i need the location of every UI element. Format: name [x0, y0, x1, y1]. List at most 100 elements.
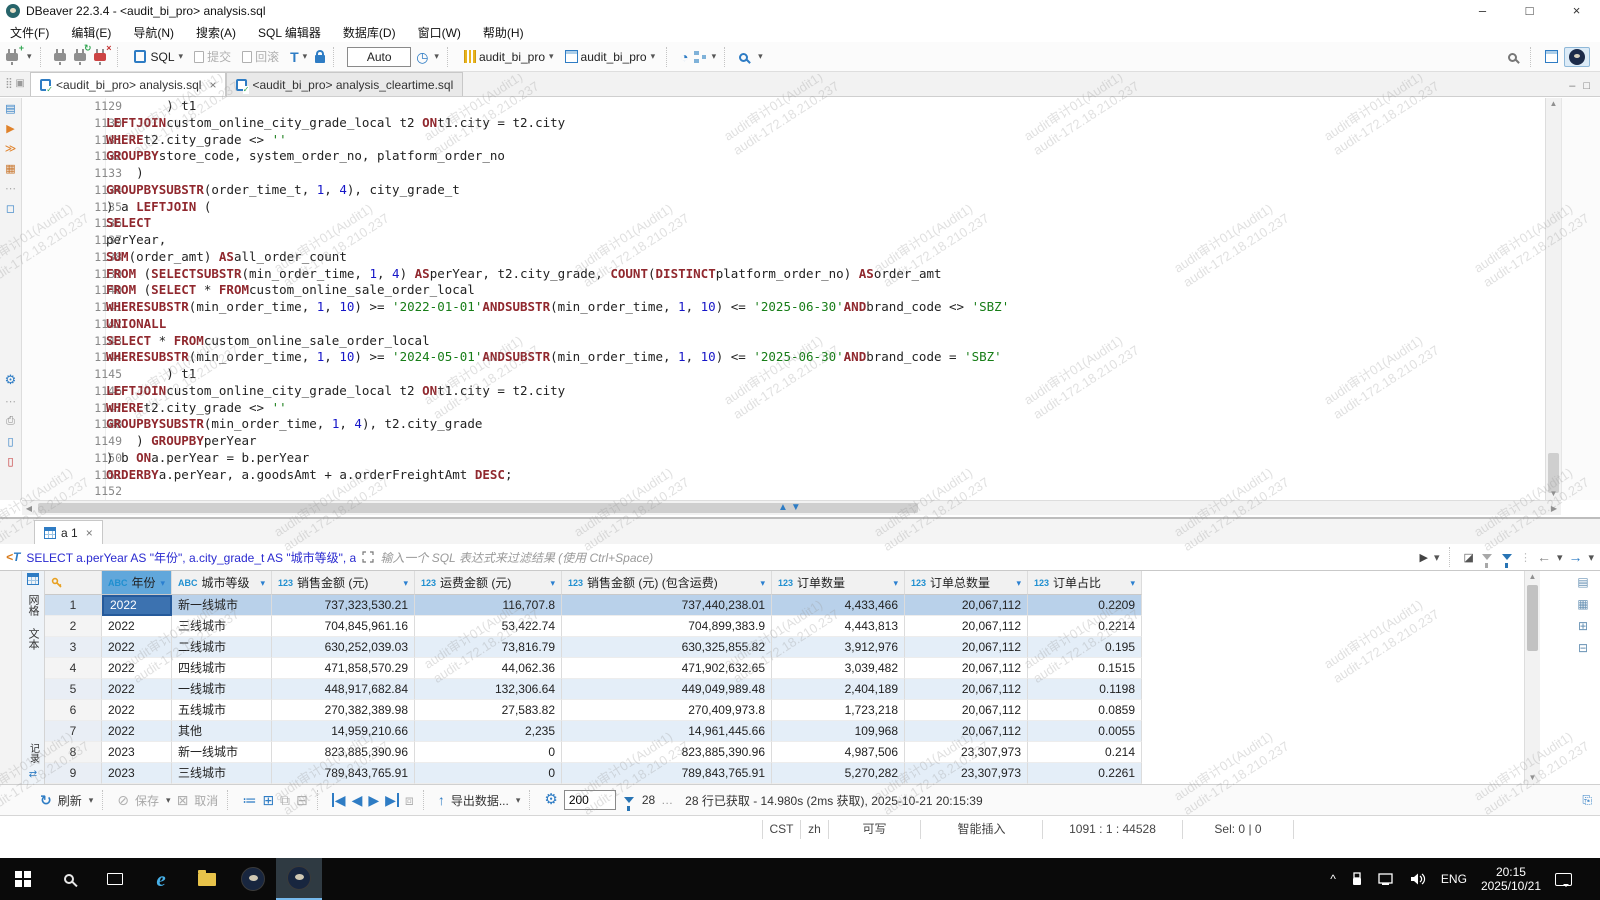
- menu-item-3[interactable]: 搜索(A): [196, 24, 236, 41]
- new-connection-dropdown-icon[interactable]: ▾: [27, 51, 32, 62]
- schema-selector[interactable]: audit_bi_pro ▾: [562, 48, 659, 66]
- scroll-up-icon[interactable]: ▲: [1546, 98, 1561, 110]
- grid-cell-r7-c5[interactable]: 14,961,445.66: [562, 721, 772, 742]
- grid-cell-r4-c6[interactable]: 3,039,482: [772, 658, 905, 679]
- code-line-1152[interactable]: [106, 483, 1545, 500]
- internet-explorer-button[interactable]: e: [138, 858, 184, 900]
- grid-cell-r3-c5[interactable]: 630,325,855.82: [562, 637, 772, 658]
- grid-cell-r7-c2[interactable]: 其他: [172, 721, 272, 742]
- save-dropdown-icon[interactable]: ▾: [166, 795, 171, 806]
- code-line-1136[interactable]: SELECT: [106, 215, 1545, 232]
- grid-cell-r7-c7[interactable]: 20,067,112: [905, 721, 1028, 742]
- grid-cell-r5-c6[interactable]: 2,404,189: [772, 679, 905, 700]
- grid-cell-r6-c4[interactable]: 27,583.82: [415, 700, 562, 721]
- language-indicator[interactable]: ENG: [1441, 872, 1467, 886]
- refresh-icon[interactable]: ↻: [40, 793, 52, 807]
- grid-cell-r1-c7[interactable]: 20,067,112: [905, 595, 1028, 616]
- commit-mode-field[interactable]: Auto: [347, 47, 411, 67]
- column-header-3[interactable]: 123运费金额 (元)▾: [415, 571, 562, 595]
- column-header-1[interactable]: ABC城市等级▾: [172, 571, 272, 595]
- save-file-icon[interactable]: ▯: [7, 435, 13, 448]
- column-dropdown-icon[interactable]: ▾: [160, 573, 165, 593]
- result-query-text[interactable]: SELECT a.perYear AS "年份", a.city_grade_t…: [26, 549, 356, 566]
- grid-cell-r6-c8[interactable]: 0.0859: [1028, 700, 1142, 721]
- grid-cell-r4-c4[interactable]: 44,062.36: [415, 658, 562, 679]
- code-line-1144[interactable]: WHERE SUBSTR(min_order_time, 1, 10) >= '…: [106, 349, 1545, 366]
- grid-cell-r3-c7[interactable]: 20,067,112: [905, 637, 1028, 658]
- previous-row-icon[interactable]: ◀: [352, 793, 363, 807]
- grid-cell-r8-c4[interactable]: 0: [415, 742, 562, 763]
- grid-cell-r7-c3[interactable]: 14,959,210.66: [272, 721, 415, 742]
- menu-item-5[interactable]: 数据库(D): [343, 24, 396, 41]
- code-line-1135[interactable]: ) a LEFT JOIN (: [106, 199, 1545, 216]
- transaction-mode-button[interactable]: T ▾: [287, 48, 310, 66]
- code-line-1133[interactable]: ): [106, 165, 1545, 182]
- grid-cell-r1-c6[interactable]: 4,433,466: [772, 595, 905, 616]
- grid-cell-r5-c5[interactable]: 449,049,989.48: [562, 679, 772, 700]
- execute-statement-icon[interactable]: ▶: [6, 122, 14, 135]
- grid-cell-r8-c1[interactable]: 2023: [102, 742, 172, 763]
- status-segment-0[interactable]: CST: [762, 820, 800, 839]
- transaction-dropdown-icon[interactable]: ▾: [303, 51, 308, 62]
- grid-cell-r2-c7[interactable]: 20,067,112: [905, 616, 1028, 637]
- grid-cell-r3-c2[interactable]: 二线城市: [172, 637, 272, 658]
- code-line-1142[interactable]: UNION ALL: [106, 316, 1545, 333]
- grid-cell-r8-c6[interactable]: 4,987,506: [772, 742, 905, 763]
- table-row-8[interactable]: 82023新一线城市823,885,390.960823,885,390.964…: [45, 742, 1142, 763]
- table-row-4[interactable]: 42022四线城市471,858,570.2944,062.36471,902,…: [45, 658, 1142, 679]
- filter-input[interactable]: 输入一个 SQL 表达式来过滤结果 (使用 Ctrl+Space): [380, 549, 1413, 566]
- column-header-6[interactable]: 123订单总数量▾: [905, 571, 1028, 595]
- delete-row-icon[interactable]: ⊟: [296, 793, 308, 807]
- grid-cell-r1-c2[interactable]: 新一线城市: [172, 595, 272, 616]
- fetch-all-icon[interactable]: ⧈: [405, 793, 414, 807]
- history-forward-icon[interactable]: →: [1568, 549, 1582, 565]
- add-row-icon[interactable]: ⊞: [262, 793, 274, 807]
- forward-dropdown-icon[interactable]: ▾: [1588, 551, 1594, 564]
- edit-row-icon[interactable]: ≔: [242, 793, 256, 807]
- commit-button[interactable]: 提交: [191, 46, 234, 67]
- column-dropdown-icon[interactable]: ▾: [1130, 573, 1135, 593]
- grid-cell-r5-c4[interactable]: 132,306.64: [415, 679, 562, 700]
- table-row-5[interactable]: 52022一线城市448,917,682.84132,306.64449,049…: [45, 679, 1142, 700]
- grid-cell-r3-c6[interactable]: 3,912,976: [772, 637, 905, 658]
- grid-cell-r8-c3[interactable]: 823,885,390.96: [272, 742, 415, 763]
- table-row-6[interactable]: 62022五线城市270,382,389.9827,583.82270,409,…: [45, 700, 1142, 721]
- grid-cell-r8-c2[interactable]: 新一线城市: [172, 742, 272, 763]
- code-line-1130[interactable]: LEFT JOIN custom_online_city_grade_local…: [106, 115, 1545, 132]
- database-selector[interactable]: audit_bi_pro ▾: [461, 48, 557, 66]
- scroll-right-icon[interactable]: ▶: [1547, 501, 1561, 516]
- calc-panel-icon[interactable]: ▦: [1577, 597, 1588, 611]
- grid-view-icon[interactable]: [27, 573, 39, 585]
- grid-settings-gear-icon[interactable]: ⚙: [544, 793, 557, 807]
- tab-analysis-cleartime-sql[interactable]: <audit_bi_pro> analysis_cleartime.sql: [226, 72, 463, 96]
- export-script-icon[interactable]: ⎙: [6, 415, 15, 428]
- value-panel-icon[interactable]: ▤: [1577, 575, 1588, 589]
- grid-cell-r2-c4[interactable]: 53,422.74: [415, 616, 562, 637]
- first-row-icon[interactable]: ◀: [332, 793, 346, 807]
- grid-cell-r4-c3[interactable]: 471,858,570.29: [272, 658, 415, 679]
- grid-cell-r5-c1[interactable]: 2022: [102, 679, 172, 700]
- panel-minimize-icon[interactable]: –: [1569, 80, 1575, 92]
- code-line-1129[interactable]: ) t1: [106, 98, 1545, 115]
- connect-icon[interactable]: [54, 50, 66, 64]
- code-line-1147[interactable]: WHERE t2.city_grade <> '': [106, 400, 1545, 417]
- table-row-2[interactable]: 22022三线城市704,845,961.1653,422.74704,899,…: [45, 616, 1142, 637]
- column-header-5[interactable]: 123订单数量▾: [772, 571, 905, 595]
- grid-cell-r6-c6[interactable]: 1,723,218: [772, 700, 905, 721]
- rollback-button[interactable]: 回滚: [239, 46, 282, 67]
- dbeaver-taskbar-button[interactable]: [230, 858, 276, 900]
- dbeaver-perspective-button[interactable]: [1564, 47, 1590, 67]
- code-line-1140[interactable]: FROM (SELECT * FROM custom_online_sale_o…: [106, 282, 1545, 299]
- table-row-7[interactable]: 72022其他14,959,210.662,23514,961,445.6610…: [45, 721, 1142, 742]
- results-tab-close-icon[interactable]: ×: [86, 526, 93, 540]
- column-header-4[interactable]: 123销售金额 (元) (包含运费)▾: [562, 571, 772, 595]
- grid-cell-r2-c6[interactable]: 4,443,813: [772, 616, 905, 637]
- history-icon[interactable]: ◷: [416, 50, 428, 64]
- grid-cell-r8-c5[interactable]: 823,885,390.96: [562, 742, 772, 763]
- table-row-1[interactable]: 12022新一线城市737,323,530.21116,707.8737,440…: [45, 595, 1142, 616]
- grid-cell-r8-c7[interactable]: 23,307,973: [905, 742, 1028, 763]
- new-connection-icon[interactable]: +: [6, 50, 18, 64]
- grid-cell-r2-c2[interactable]: 三线城市: [172, 616, 272, 637]
- dashboard-icon[interactable]: ◔: [680, 50, 688, 64]
- menu-item-0[interactable]: 文件(F): [10, 24, 49, 41]
